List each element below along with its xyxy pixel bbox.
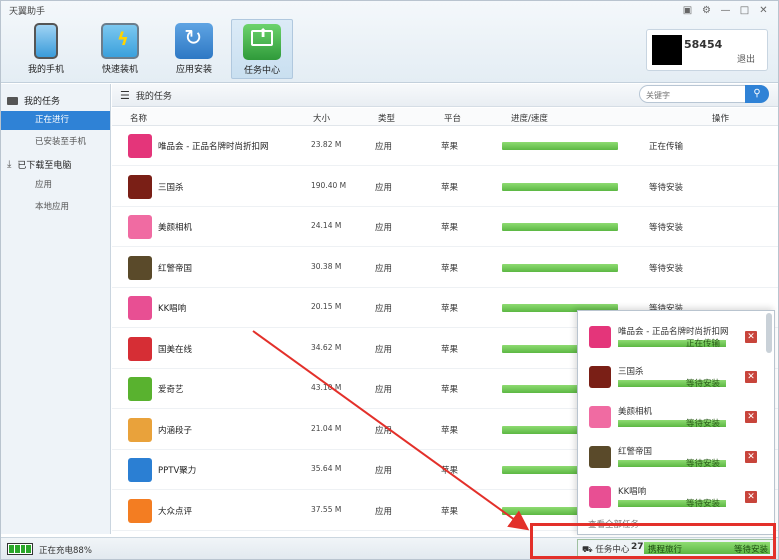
app-window: 天翼助手 ▣ ⚙ — □ ✕ 我的手机 ϟ 快速装机 ↻ 应用安装 ⬆ 任务中心…	[0, 0, 779, 560]
annotation-arrow	[252, 330, 530, 531]
